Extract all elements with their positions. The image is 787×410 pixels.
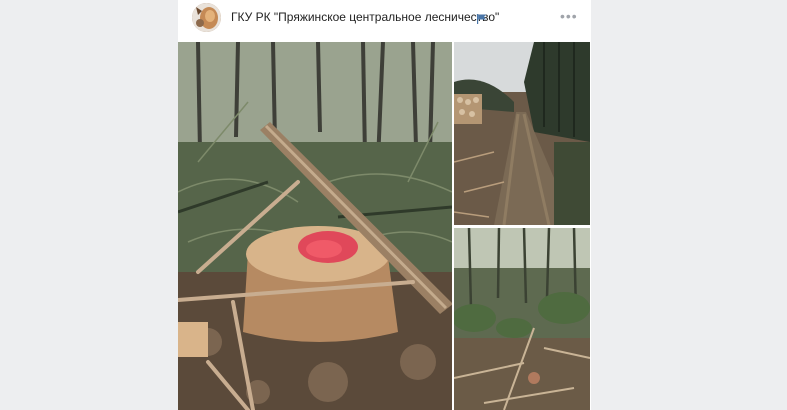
group-name-link[interactable]: ГКУ РК "Пряжинское центральное лесничест… [231,10,499,24]
flag-icon [476,11,487,24]
post-card: ГКУ РК "Пряжинское центральное лесничест… [178,0,591,410]
forest-stump-image [178,42,452,410]
photo-main[interactable] [178,42,452,410]
forest-floor-image [454,228,590,410]
group-avatar[interactable] [192,3,221,32]
more-icon[interactable]: ••• [560,9,577,23]
post-header: ГКУ РК "Пряжинское центральное лесничест… [178,0,591,40]
photo-bottom-right[interactable] [454,228,590,410]
logging-road-image [454,42,590,225]
photo-top-right[interactable] [454,42,590,225]
